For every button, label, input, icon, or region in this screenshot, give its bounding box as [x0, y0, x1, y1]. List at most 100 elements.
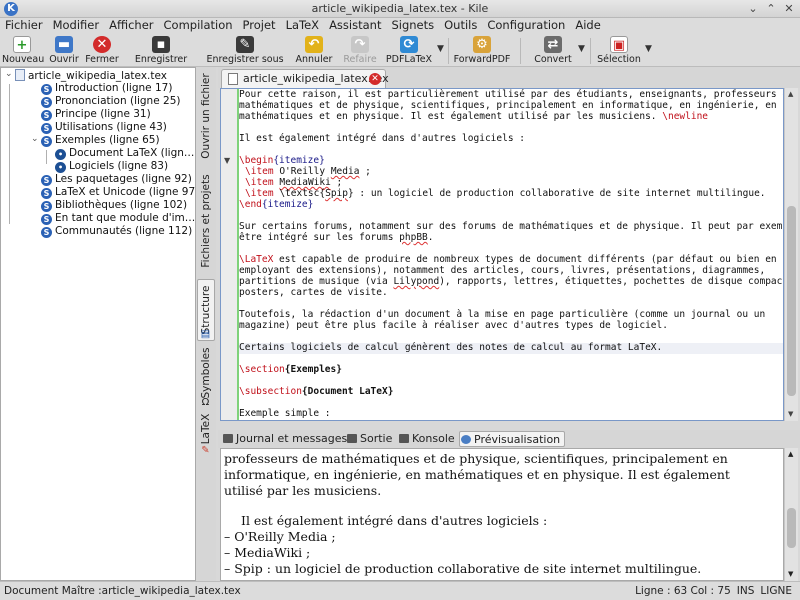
latex-command: \LaTeX	[239, 254, 274, 265]
scroll-down-icon[interactable]: ▼	[788, 570, 793, 578]
maximize-icon[interactable]: ⌃	[764, 2, 778, 16]
tab-fichiers-projets[interactable]: Fichiers et projets	[197, 167, 215, 275]
convert-dropdown-icon[interactable]: ▼	[578, 44, 585, 54]
code-line: \item \textsc{Spip} : un logiciel de pro…	[239, 188, 783, 200]
main-toolbar: + Nouveau ▬ Ouvrir ✕ Fermer ▪ Enregistre…	[0, 35, 800, 67]
tab-sortie[interactable]: Sortie	[346, 431, 392, 447]
nouveau-label: Nouveau	[2, 54, 45, 65]
tree-item-paquetages[interactable]: S Les paquetages (ligne 92)	[41, 173, 192, 186]
close-tab-icon[interactable]: ✕	[369, 73, 381, 85]
menu-outils[interactable]: Outils	[439, 18, 482, 35]
structure-tab-icon: ▤	[200, 329, 211, 340]
collapse-exemples-icon[interactable]: ⌄	[31, 134, 39, 144]
tree-item-utilisations[interactable]: S Utilisations (ligne 43)	[41, 121, 167, 134]
preview-line: utilisé par les musiciens.	[224, 483, 382, 498]
tab-label: Konsole	[412, 432, 455, 445]
tab-latex[interactable]: LaTeX	[197, 411, 215, 447]
code-editor[interactable]: ▼ Pour cette raison, il est particulière…	[220, 88, 784, 421]
convert-icon: ⇄	[544, 36, 562, 53]
code-text: ), rapports, lettres, étiquettes, pochet…	[439, 276, 783, 287]
tab-label: Symboles	[200, 347, 212, 399]
convert-button[interactable]: ⇄ Convert	[530, 35, 576, 67]
tab-symboles[interactable]: Symboles	[197, 345, 215, 401]
document-icon	[228, 73, 238, 85]
tab-ouvrir-fichier[interactable]: Ouvrir un fichier	[197, 69, 215, 163]
refaire-button[interactable]: ↷ Refaire	[340, 35, 380, 67]
selection-button[interactable]: ▣ Sélection	[594, 35, 644, 67]
tree-item-communautes[interactable]: S Communautés (ligne 112)	[41, 225, 192, 238]
tab-previsualisation[interactable]: Prévisualisation	[459, 431, 566, 447]
pdflatex-button[interactable]: ⟳ PDFLaTeX	[384, 35, 434, 67]
scroll-up-icon[interactable]: ▲	[788, 450, 793, 458]
preview-scrollbar[interactable]: ▲ ▼	[784, 448, 798, 581]
code-text: posters, cartes de visite.	[239, 287, 388, 298]
tree-item-prononciation[interactable]: S Prononciation (ligne 25)	[41, 95, 180, 108]
tree-item-label: Communautés (ligne 112)	[55, 225, 193, 237]
tree-item-label: Principe (ligne 31)	[55, 108, 151, 120]
latex-command: \item	[245, 177, 274, 188]
preview-list-item: – MediaWiki ;	[224, 545, 311, 560]
menu-configuration[interactable]: Configuration	[482, 18, 570, 35]
tree-root-file[interactable]: article_wikipedia_latex.tex	[15, 69, 167, 82]
collapse-root-icon[interactable]: ⌄	[5, 69, 13, 79]
code-text: Pour cette raison, il est particulièreme…	[239, 89, 783, 100]
insert-mode-status: INS	[736, 585, 755, 597]
minimize-icon[interactable]: ⌄	[746, 2, 760, 16]
menu-projet[interactable]: Projet	[238, 18, 281, 35]
current-code-line: Certains logiciels de calcul génèrent de…	[239, 342, 783, 354]
menu-compilation[interactable]: Compilation	[159, 18, 238, 35]
code-text: magazine) peut être plus facile à réalis…	[239, 320, 668, 331]
preview-pane[interactable]: professeurs de mathématiques et de physi…	[220, 448, 784, 581]
tree-item-module[interactable]: S En tant que module d'im…	[41, 212, 195, 225]
code-line: \end{itemize}	[239, 199, 783, 211]
tree-item-introduction[interactable]: S Introduction (ligne 17)	[41, 82, 172, 95]
menu-latex[interactable]: LaTeX	[281, 18, 324, 35]
scrollbar-thumb[interactable]	[787, 508, 796, 548]
tree-item-exemples[interactable]: S Exemples (ligne 65)	[41, 134, 160, 147]
enregistrer-button[interactable]: ▪ Enregistrer	[126, 35, 196, 67]
tree-item-label: Les paquetages (ligne 92)	[55, 173, 192, 185]
tree-item-document-latex[interactable]: • Document LaTeX (lign…	[55, 147, 194, 160]
code-area[interactable]: Pour cette raison, il est particulièreme…	[239, 89, 783, 420]
tree-item-unicode[interactable]: S LaTeX et Unicode (ligne 97)	[41, 186, 199, 199]
tab-konsole[interactable]: Konsole	[398, 431, 455, 447]
menu-assistant[interactable]: Assistant	[324, 18, 386, 35]
section-icon: S	[41, 227, 52, 238]
editor-tab-active[interactable]: article_wikipedia_latex.tex ✕	[221, 69, 389, 88]
nouveau-button[interactable]: + Nouveau	[2, 35, 45, 67]
tree-item-bibliotheques[interactable]: S Bibliothèques (ligne 102)	[41, 199, 187, 212]
close-window-icon[interactable]: ✕	[782, 2, 796, 16]
code-line: Il est également intégré dans d'autres l…	[239, 133, 783, 145]
fold-marker-icon[interactable]: ▼	[224, 156, 230, 165]
code-text: partitions de musique (via	[239, 276, 394, 287]
menu-signets[interactable]: Signets	[386, 18, 439, 35]
selection-mode-status: LIGNE	[760, 585, 792, 597]
scroll-up-icon[interactable]: ▲	[788, 90, 793, 98]
forwardpdf-button[interactable]: ⚙ ForwardPDF	[452, 35, 512, 67]
scroll-down-icon[interactable]: ▼	[788, 410, 793, 418]
tree-item-principe[interactable]: S Principe (ligne 31)	[41, 108, 151, 121]
annuler-button[interactable]: ↶ Annuler	[292, 35, 336, 67]
fermer-button[interactable]: ✕ Fermer	[84, 35, 120, 67]
enregistrer-sous-button[interactable]: ✎ Enregistrer sous	[205, 35, 285, 67]
menu-aide[interactable]: Aide	[570, 18, 605, 35]
tree-item-logiciels[interactable]: • Logiciels (ligne 83)	[55, 160, 168, 173]
pdflatex-dropdown-icon[interactable]: ▼	[437, 44, 444, 54]
tab-journal-messages[interactable]: Journal et messages	[222, 431, 347, 447]
fermer-label: Fermer	[85, 54, 119, 65]
toolbar-separator	[520, 38, 521, 64]
menu-fichier[interactable]: Fichier	[0, 18, 48, 35]
menu-afficher[interactable]: Afficher	[104, 18, 158, 35]
latex-tab-icon: ✎	[201, 445, 210, 456]
scrollbar-thumb[interactable]	[787, 206, 796, 396]
preview-line: professeurs de mathématiques et de physi…	[224, 451, 728, 466]
tab-label: Prévisualisation	[474, 433, 561, 446]
tree-item-label: Document LaTeX (lign…	[69, 147, 195, 159]
menu-modifier[interactable]: Modifier	[48, 18, 105, 35]
side-tabs: Ouvrir un fichier Fichiers et projets St…	[196, 67, 216, 581]
selection-dropdown-icon[interactable]: ▼	[645, 44, 652, 54]
ouvrir-button[interactable]: ▬ Ouvrir	[46, 35, 82, 67]
pdflatex-icon: ⟳	[400, 36, 418, 53]
save-as-icon: ✎	[236, 36, 254, 53]
editor-scrollbar[interactable]: ▲ ▼	[784, 88, 798, 421]
